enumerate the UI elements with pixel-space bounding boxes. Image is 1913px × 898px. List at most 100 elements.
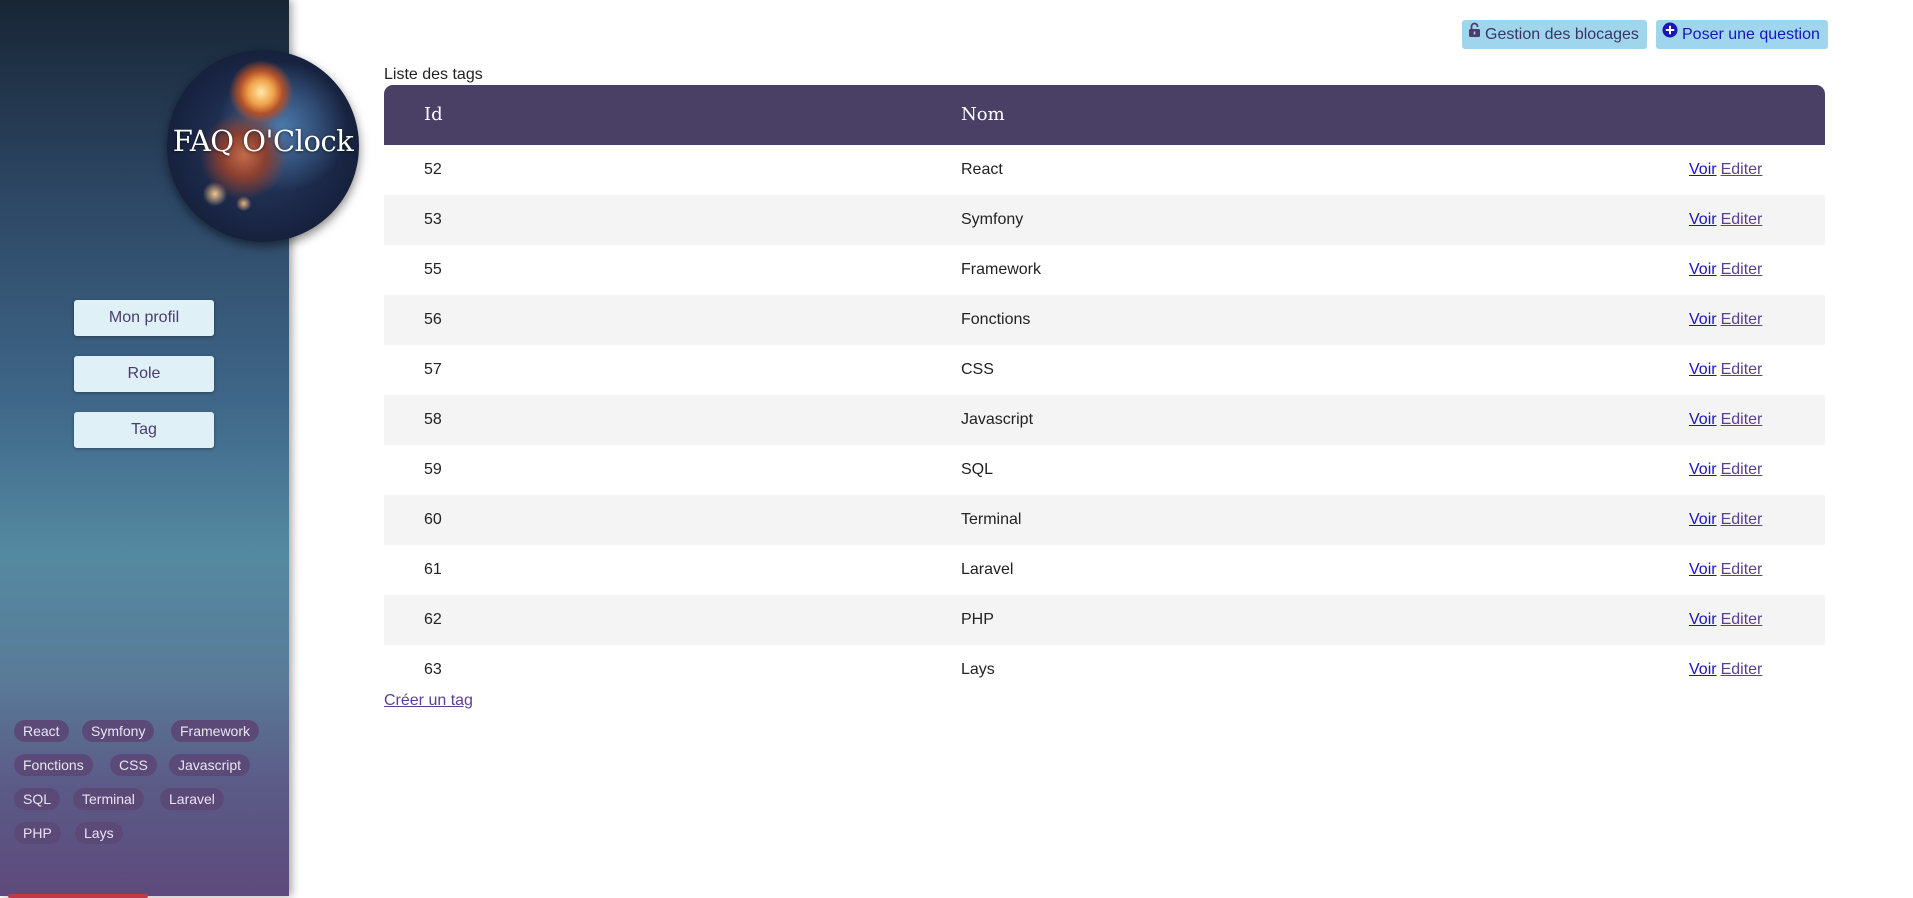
view-link[interactable]: Voir [1689,511,1717,528]
sidebar-button-role[interactable]: Role [74,356,214,392]
manage-blocks-button[interactable]: Gestion des blocages [1462,20,1647,49]
sidebar-button-tag[interactable]: Tag [74,412,214,448]
tag-pill-laravel[interactable]: Laravel [160,788,224,810]
edit-link[interactable]: Editer [1721,661,1763,678]
tag-row: PHP Lays [14,820,274,854]
view-link[interactable]: Voir [1689,661,1717,678]
table-row: 60 Terminal Voir Editer [384,495,1825,545]
edit-link[interactable]: Editer [1721,611,1763,628]
cell-id: 61 [424,561,442,578]
view-link[interactable]: Voir [1689,161,1717,178]
tag-row: Fonctions CSS Javascript [14,752,274,786]
tag-pill-terminal[interactable]: Terminal [73,788,144,810]
edit-link[interactable]: Editer [1721,311,1763,328]
cell-id: 60 [424,511,442,528]
view-link[interactable]: Voir [1689,311,1717,328]
table-row: 52 React Voir Editer [384,145,1825,195]
cell-name: Fonctions [961,311,1031,328]
ask-question-label: Poser une question [1682,26,1820,43]
edit-link[interactable]: Editer [1721,161,1763,178]
table-header: Id Nom [384,85,1825,145]
cell-id: 59 [424,461,442,478]
tags-table: Id Nom 52 React Voir Editer 53 Symfony Voir Edi… [384,85,1825,695]
cell-actions: Voir Editer [1689,611,1762,629]
logo-text: FAQ O'Clock [172,124,354,158]
create-tag-link[interactable]: Créer un tag [384,692,473,710]
table-row: 57 CSS Voir Editer [384,345,1825,395]
view-link[interactable]: Voir [1689,461,1717,478]
table-row: 62 PHP Voir Editer [384,595,1825,645]
cell-actions: Voir Editer [1689,561,1762,579]
cell-actions: Voir Editer [1689,511,1762,529]
unlock-icon [1468,19,1481,48]
tag-pill-lays[interactable]: Lays [75,822,123,844]
table-row: 53 Symfony Voir Editer [384,195,1825,245]
cell-name: PHP [961,611,994,628]
table-caption: Liste des tags [384,66,483,83]
sidebar-bottom-accent [8,894,148,898]
cell-id: 53 [424,211,442,228]
table-row: 59 SQL Voir Editer [384,445,1825,495]
edit-link[interactable]: Editer [1721,561,1763,578]
tag-pill-fonctions[interactable]: Fonctions [14,754,93,776]
site-logo[interactable]: FAQ O'Clock [167,50,359,242]
cell-name: Terminal [961,511,1022,528]
table-row: 58 Javascript Voir Editer [384,395,1825,445]
tag-pill-symfony[interactable]: Symfony [82,720,155,742]
plus-circle-icon [1662,19,1678,48]
tag-pill-php[interactable]: PHP [14,822,61,844]
cell-name: Laravel [961,561,1014,578]
tag-pill-css[interactable]: CSS [110,754,157,776]
view-link[interactable]: Voir [1689,211,1717,228]
tag-pill-sql[interactable]: SQL [14,788,61,810]
tag-pill-react[interactable]: React [14,720,69,742]
cell-id: 63 [424,661,442,678]
table-body: 52 React Voir Editer 53 Symfony Voir Editer 55 Fr… [384,145,1825,695]
tag-pill-framework[interactable]: Framework [171,720,260,742]
tag-pill-javascript[interactable]: Javascript [169,754,251,776]
cell-name: Javascript [961,411,1034,428]
cell-actions: Voir Editer [1689,361,1762,379]
sidebar-button-profile[interactable]: Mon profil [74,300,214,336]
edit-link[interactable]: Editer [1721,261,1763,278]
cell-id: 55 [424,261,442,278]
cell-name: SQL [961,461,994,478]
cell-id: 58 [424,411,442,428]
view-link[interactable]: Voir [1689,561,1717,578]
view-link[interactable]: Voir [1689,611,1717,628]
cell-actions: Voir Editer [1689,311,1762,329]
cell-name: Lays [961,661,995,678]
cell-id: 57 [424,361,442,378]
cell-name: Framework [961,261,1042,278]
edit-link[interactable]: Editer [1721,361,1763,378]
table-row: 61 Laravel Voir Editer [384,545,1825,595]
edit-link[interactable]: Editer [1721,461,1763,478]
table-row: 63 Lays Voir Editer [384,645,1825,695]
view-link[interactable]: Voir [1689,261,1717,278]
view-link[interactable]: Voir [1689,361,1717,378]
cell-actions: Voir Editer [1689,211,1762,229]
edit-link[interactable]: Editer [1721,211,1763,228]
cell-id: 56 [424,311,442,328]
edit-link[interactable]: Editer [1721,511,1763,528]
cell-actions: Voir Editer [1689,461,1762,479]
table-row: 55 Framework Voir Editer [384,245,1825,295]
tag-row: SQL Terminal Laravel [14,786,274,820]
sidebar-tag-cloud: React Symfony Framework Fonctions CSS Ja… [14,718,274,854]
column-header-nom: Nom [961,104,1005,125]
tag-row: React Symfony Framework [14,718,274,752]
cell-id: 62 [424,611,442,628]
cell-actions: Voir Editer [1689,411,1762,429]
ask-question-button[interactable]: Poser une question [1656,20,1828,49]
cell-actions: Voir Editer [1689,261,1762,279]
edit-link[interactable]: Editer [1721,411,1763,428]
table-row: 56 Fonctions Voir Editer [384,295,1825,345]
cell-id: 52 [424,161,442,178]
cell-name: React [961,161,1003,178]
cell-actions: Voir Editer [1689,661,1762,679]
view-link[interactable]: Voir [1689,411,1717,428]
cell-name: Symfony [961,211,1024,228]
manage-blocks-label: Gestion des blocages [1485,26,1639,43]
cell-name: CSS [961,361,994,378]
column-header-id: Id [424,104,443,125]
